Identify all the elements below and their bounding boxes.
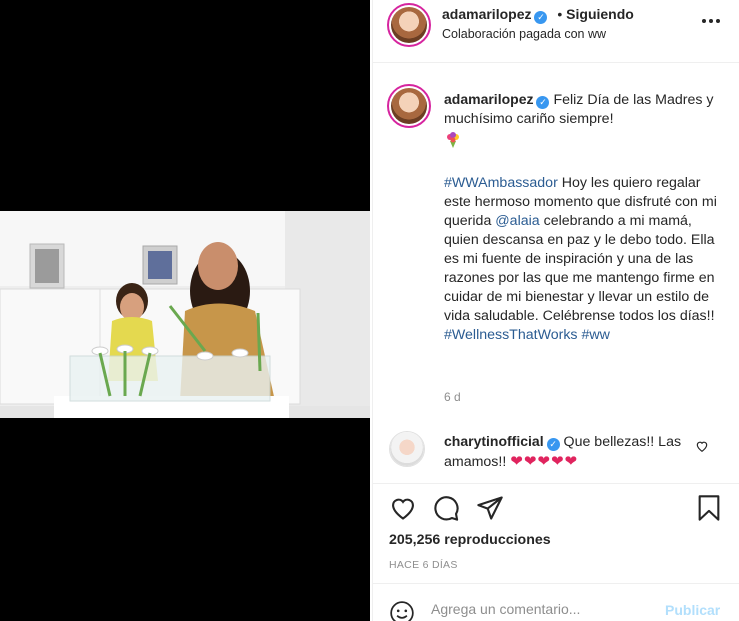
post-details-panel: adamarilopez ✓ • Siguiendo Colaboración p…	[372, 0, 739, 621]
caption-avatar[interactable]	[387, 84, 431, 128]
comment-input[interactable]	[431, 601, 651, 617]
caption-username[interactable]: adamarilopez	[444, 91, 533, 107]
publish-button[interactable]: Publicar	[665, 602, 720, 618]
commenter-avatar[interactable]	[389, 431, 425, 467]
verified-badge-icon: ✓	[534, 11, 548, 24]
caption-body-2: celebrando a mi mamá, quien descansa en …	[444, 213, 715, 324]
more-options-icon[interactable]	[699, 9, 723, 33]
hashtag-link[interactable]: #WWAmbassador	[444, 175, 558, 191]
hashtag-link[interactable]: #WellnessThatWorks	[444, 327, 578, 343]
mention-link[interactable]: @alaia	[495, 213, 539, 229]
view-count[interactable]: 205,256 reproducciones	[389, 532, 551, 548]
post-media-panel	[0, 0, 370, 621]
like-heart-icon[interactable]	[389, 494, 417, 522]
paper-plane-share-icon[interactable]	[476, 494, 504, 522]
add-comment-bar: Publicar	[373, 583, 739, 621]
separator-dot: •	[557, 6, 563, 22]
commenter-username[interactable]: charytinofficial	[444, 433, 544, 449]
verified-badge-icon: ✓	[536, 96, 550, 109]
video-frame	[0, 211, 370, 418]
bookmark-save-icon[interactable]	[695, 494, 723, 522]
video-player[interactable]	[0, 211, 370, 418]
hashtag-link[interactable]: #ww	[581, 327, 609, 343]
author-avatar[interactable]	[387, 3, 431, 47]
author-username[interactable]: adamarilopez	[442, 6, 531, 22]
post-header: adamarilopez ✓ • Siguiendo Colaboración p…	[373, 0, 739, 63]
post-actions: 205,256 reproducciones HACE 6 DÍAS Publi…	[373, 483, 739, 621]
comment-like-icon[interactable]	[695, 439, 709, 453]
post-date[interactable]: HACE 6 DÍAS	[389, 559, 458, 571]
verified-badge-icon: ✓	[546, 438, 560, 451]
paid-partnership-label[interactable]: Colaboración pagada con ww	[442, 27, 606, 41]
comment-bubble-icon[interactable]	[432, 494, 460, 522]
smiley-face-icon[interactable]	[389, 600, 415, 621]
post-caption: adamarilopez ✓ Feliz Día de las Madres y …	[444, 90, 724, 364]
caption-age[interactable]: 6 d	[444, 390, 461, 404]
hearts-emoji: ❤❤❤❤❤	[510, 453, 579, 470]
follow-status-button[interactable]: Siguiendo	[566, 6, 634, 22]
comment-item: charytinofficial ✓ Que bellezas!! Las ama…	[444, 432, 694, 472]
bouquet-emoji-icon	[444, 131, 462, 155]
